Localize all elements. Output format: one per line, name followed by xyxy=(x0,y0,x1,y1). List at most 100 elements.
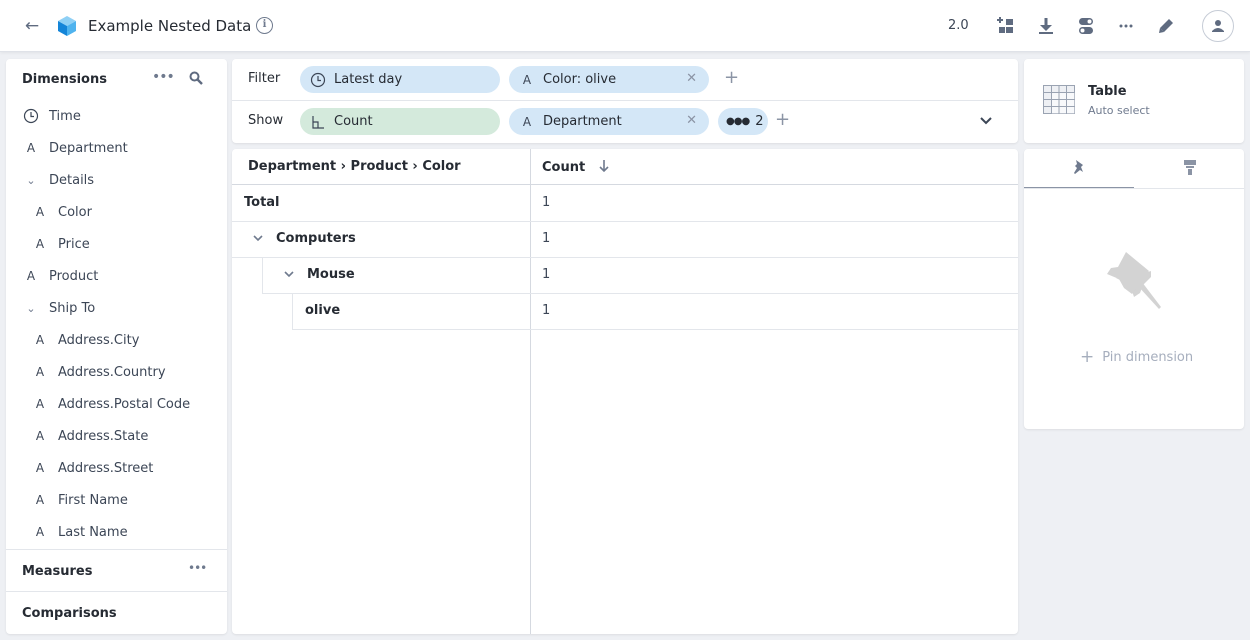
download-icon[interactable] xyxy=(1036,16,1056,36)
chevron-down-icon[interactable] xyxy=(252,232,264,247)
text-type-icon: A xyxy=(35,397,45,411)
dimension-item-price[interactable]: A Price xyxy=(6,228,227,260)
arrow-down-icon[interactable] xyxy=(598,159,610,173)
text-type-icon: A xyxy=(522,72,532,87)
show-row: Show Count A Department ✕ ●●● 2 + xyxy=(232,101,1018,143)
dimension-label: Price xyxy=(58,236,90,252)
chevron-down-icon[interactable] xyxy=(283,268,295,283)
pill-label: Color: olive xyxy=(543,72,617,87)
dimension-item-department[interactable]: A Department xyxy=(6,132,227,164)
filter-label: Filter xyxy=(248,71,281,86)
visualization-picker[interactable]: Table Auto select xyxy=(1024,59,1244,143)
text-type-icon: A xyxy=(522,114,532,129)
header-divider xyxy=(232,184,1018,185)
row-label: Mouse xyxy=(307,267,355,282)
dimension-label: Department xyxy=(49,140,128,156)
dimension-label: Ship To xyxy=(49,300,96,316)
column-header-count[interactable]: Count xyxy=(542,150,610,186)
pushpin-icon xyxy=(1107,252,1161,309)
dimension-label: Product xyxy=(49,268,99,284)
dimension-label: Address.Postal Code xyxy=(58,396,191,412)
plus-icon: + xyxy=(1080,347,1095,367)
cube-icon xyxy=(58,16,76,36)
add-filter-button[interactable]: + xyxy=(724,68,739,88)
show-label: Show xyxy=(248,113,284,128)
chevron-down-icon[interactable]: ⌄ xyxy=(23,174,39,187)
add-dashboard-icon[interactable] xyxy=(996,16,1016,36)
page-title: Example Nested Data xyxy=(88,17,252,35)
measures-heading[interactable]: Measures xyxy=(22,564,92,579)
divider xyxy=(6,591,227,592)
dimension-label: Address.Street xyxy=(58,460,154,476)
dimension-group-details[interactable]: ⌄ Details xyxy=(6,164,227,196)
text-type-icon: A xyxy=(26,141,36,155)
comparisons-heading[interactable]: Comparisons xyxy=(22,606,117,621)
pill-label: Latest day xyxy=(334,72,403,87)
pill-label: Count xyxy=(334,114,373,129)
row-value: 1 xyxy=(542,195,551,210)
dimension-label: Address.State xyxy=(58,428,149,444)
filter-pill-color[interactable]: A Color: olive ✕ xyxy=(509,66,709,93)
search-icon[interactable] xyxy=(189,71,203,85)
dimension-group-ship-to[interactable]: ⌄ Ship To xyxy=(6,292,227,324)
more-icon[interactable]: ••• xyxy=(152,69,175,85)
dimension-item-time[interactable]: Time xyxy=(6,100,227,132)
pill-label: Department xyxy=(543,114,622,129)
filter-pill-latest-day[interactable]: Latest day xyxy=(300,66,500,93)
user-icon xyxy=(1212,20,1224,32)
more-icon[interactable]: ••• xyxy=(188,561,207,575)
clock-icon xyxy=(23,108,39,124)
pin-dimension-button[interactable]: + Pin dimension xyxy=(1080,347,1193,367)
indent-guide xyxy=(292,293,293,329)
divider xyxy=(6,549,227,550)
top-bar: ← Example Nested Data i 2.0 xyxy=(0,0,1250,52)
show-pill-count[interactable]: Count xyxy=(300,108,500,135)
column-header-dimensions[interactable]: Department › Product › Color xyxy=(248,149,461,185)
show-overflow-pill[interactable]: ●●● 2 xyxy=(718,108,768,135)
row-value: 1 xyxy=(542,231,551,246)
chevron-down-icon[interactable]: ⌄ xyxy=(23,302,39,315)
text-type-icon: A xyxy=(35,333,45,347)
tab-style[interactable] xyxy=(1134,149,1244,189)
dimension-label: Address.Country xyxy=(58,364,166,380)
dimension-item-address-street[interactable]: A Address.Street xyxy=(6,452,227,484)
paint-brush-icon xyxy=(1184,160,1196,175)
avatar[interactable] xyxy=(1202,10,1234,42)
edit-icon[interactable] xyxy=(1156,16,1176,36)
dimension-item-address-state[interactable]: A Address.State xyxy=(6,420,227,452)
text-type-icon: A xyxy=(35,365,45,379)
pin-icon xyxy=(1074,160,1083,174)
arrow-left-icon[interactable]: ← xyxy=(22,16,42,36)
toggle-settings-icon[interactable] xyxy=(1076,16,1096,36)
text-type-icon: A xyxy=(35,205,45,219)
info-icon[interactable]: i xyxy=(256,17,273,34)
dimension-label: Address.City xyxy=(58,332,140,348)
dimension-item-address-postal-code[interactable]: A Address.Postal Code xyxy=(6,388,227,420)
tab-pins[interactable] xyxy=(1024,149,1134,189)
measure-icon xyxy=(312,115,324,129)
results-table: Department › Product › Color Count Total… xyxy=(232,149,1018,634)
dimension-item-address-country[interactable]: A Address.Country xyxy=(6,356,227,388)
row-label: olive xyxy=(305,303,341,318)
query-bar: Filter Latest day A Color: olive ✕ + Sho… xyxy=(232,59,1018,143)
row-divider xyxy=(262,293,1018,294)
dimension-label: Details xyxy=(49,172,95,188)
dimension-item-address-city[interactable]: A Address.City xyxy=(6,324,227,356)
close-icon[interactable]: ✕ xyxy=(686,113,697,128)
overflow-count: 2 xyxy=(755,114,764,129)
column-header-label: Count xyxy=(542,160,586,175)
dimension-item-first-name[interactable]: A First Name xyxy=(6,484,227,516)
row-divider xyxy=(292,329,1018,330)
close-icon[interactable]: ✕ xyxy=(686,71,697,86)
text-type-icon: A xyxy=(26,269,36,283)
show-pill-department[interactable]: A Department ✕ xyxy=(509,108,709,135)
add-show-button[interactable]: + xyxy=(775,110,790,130)
dimension-item-last-name[interactable]: A Last Name xyxy=(6,516,227,548)
dimension-item-color[interactable]: A Color xyxy=(6,196,227,228)
pins-panel: + Pin dimension xyxy=(1024,149,1244,429)
more-icon: ●●● xyxy=(726,116,750,127)
chevron-down-icon[interactable] xyxy=(978,113,994,129)
indent-guide xyxy=(262,257,263,293)
dimension-item-product[interactable]: A Product xyxy=(6,260,227,292)
more-icon[interactable] xyxy=(1116,16,1136,36)
